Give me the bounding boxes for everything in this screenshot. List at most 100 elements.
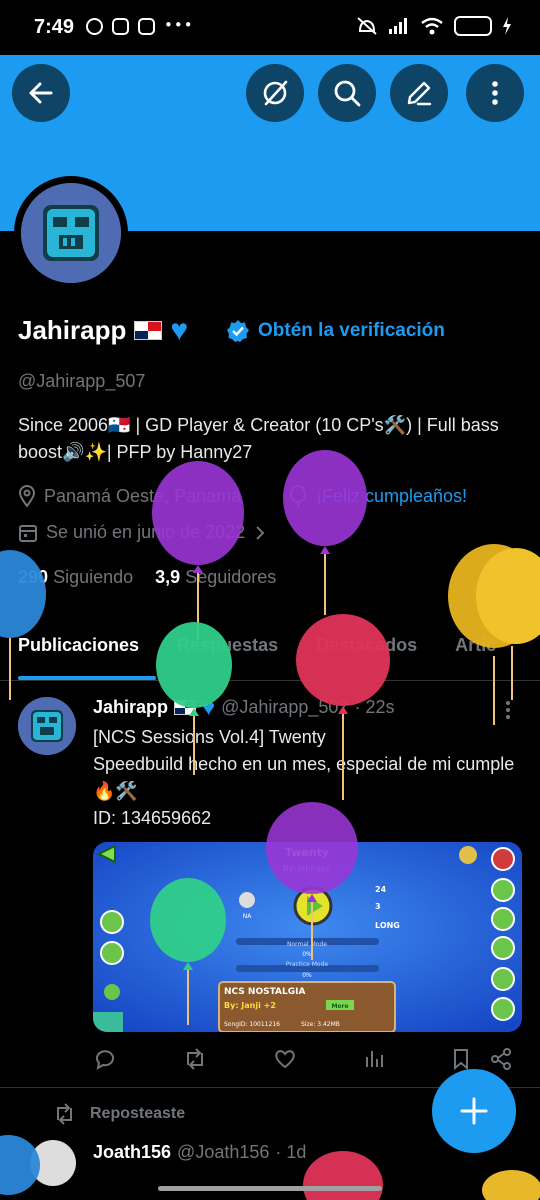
birthday-row[interactable]: ¡Feliz cumpleaños! bbox=[288, 485, 467, 507]
level-downloads: 24 bbox=[375, 885, 387, 894]
location-pin-icon bbox=[18, 485, 36, 507]
balloon-yellow bbox=[482, 1170, 540, 1200]
followers-link[interactable]: 3,9 Seguidores bbox=[155, 567, 276, 588]
joined-text: Se unió en junio de 2022 bbox=[46, 522, 246, 542]
tab-articles[interactable]: Artíc bbox=[455, 630, 496, 680]
grok-button[interactable] bbox=[246, 64, 304, 122]
cube-avatar-icon bbox=[18, 697, 76, 755]
share-icon[interactable] bbox=[489, 1047, 513, 1071]
followers-label: Seguidores bbox=[185, 567, 277, 587]
tab-highlights[interactable]: Destacados bbox=[316, 630, 417, 680]
tabs-divider bbox=[0, 680, 540, 681]
song-name: NCS NOSTALGIA bbox=[224, 987, 305, 997]
verified-badge-icon bbox=[227, 320, 249, 342]
app-icon bbox=[138, 18, 155, 35]
balloon-red bbox=[303, 1151, 383, 1200]
following-label: Siguiendo bbox=[53, 567, 134, 587]
tweet-more-icon[interactable] bbox=[503, 700, 513, 720]
calendar-icon bbox=[19, 524, 37, 542]
tweet-time: · 22s bbox=[354, 697, 395, 717]
tweet-header: Jahirapp ♥ @Jahirapp_507 · 22s bbox=[93, 694, 395, 720]
tab-posts[interactable]: Publicaciones bbox=[18, 630, 139, 680]
level-likes: 3 bbox=[375, 902, 381, 911]
more-button[interactable] bbox=[466, 64, 524, 122]
tweet-author-handle: @Jahirapp_507 bbox=[221, 697, 349, 717]
plus-icon bbox=[460, 1097, 488, 1125]
practice-mode-label: Practice Mode bbox=[286, 961, 329, 968]
difficulty-label: NA bbox=[243, 913, 252, 920]
song-size: Size: 3.42MB bbox=[301, 1021, 340, 1028]
level-title: Twenty bbox=[285, 846, 329, 859]
balloon-icon bbox=[290, 485, 306, 507]
more-notifications-icon: ••• bbox=[164, 16, 194, 34]
chat-icon bbox=[86, 18, 103, 35]
views-icon[interactable] bbox=[362, 1047, 386, 1071]
blue-heart-icon: ♥ bbox=[170, 313, 189, 347]
get-verified-link[interactable]: Obtén la verificación bbox=[226, 319, 445, 343]
compose-button[interactable] bbox=[432, 1069, 516, 1153]
blue-heart-icon: ♥ bbox=[202, 694, 216, 720]
following-count: 290 bbox=[18, 567, 49, 587]
next-tweet-avatar[interactable] bbox=[30, 1140, 76, 1186]
search-icon bbox=[334, 80, 361, 107]
location-row: Panamá Oeste, Panamá bbox=[18, 485, 241, 507]
more-vertical-icon bbox=[492, 81, 498, 105]
practice-mode-percent: 0% bbox=[302, 972, 312, 979]
next-tweet-time: · 1d bbox=[275, 1142, 307, 1162]
status-bar: 7:49 ••• 36 bbox=[0, 0, 540, 55]
chevron-right-icon bbox=[256, 525, 265, 540]
song-artist: By: Janji +2 bbox=[224, 1001, 276, 1010]
following-link[interactable]: 290 Siguiendo bbox=[18, 567, 133, 588]
profile-handle: @Jahirapp_507 bbox=[18, 371, 146, 391]
gesture-nav-bar[interactable] bbox=[158, 1186, 382, 1191]
joined-row: Se unió en junio de 2022 bbox=[18, 522, 267, 543]
tweet-actions bbox=[93, 1047, 513, 1071]
instagram-icon bbox=[112, 18, 129, 35]
profile-bio: Since 2006🇵🇦 | GD Player & Creator (10 C… bbox=[18, 415, 499, 462]
signal-icon bbox=[389, 18, 407, 34]
tweet-text: [NCS Sessions Vol.4] Twenty Speedbuild h… bbox=[93, 727, 515, 828]
reposted-label: Reposteaste bbox=[90, 1105, 186, 1122]
status-time: 7:49 bbox=[34, 16, 75, 38]
balloon-purple bbox=[283, 450, 367, 615]
no-signal-icon bbox=[263, 80, 288, 106]
notification-icons: ••• bbox=[86, 16, 194, 35]
song-id: SongID: 10011216 bbox=[224, 1021, 280, 1028]
song-more-button: More bbox=[331, 1003, 348, 1010]
next-tweet-header: Joath156 @Joath156 · 1d bbox=[93, 1142, 306, 1163]
panama-flag-icon bbox=[174, 700, 197, 715]
charging-icon bbox=[503, 17, 511, 35]
search-button[interactable] bbox=[318, 64, 376, 122]
edit-button[interactable] bbox=[390, 64, 448, 122]
normal-mode-label: Normal Mode bbox=[287, 941, 327, 948]
repost-icon[interactable] bbox=[182, 1047, 208, 1071]
birthday-text: ¡Feliz cumpleaños! bbox=[316, 485, 468, 506]
profile-tabs: Publicaciones Respuestas Destacados Artí… bbox=[0, 630, 540, 680]
cube-avatar-icon bbox=[21, 183, 121, 283]
edit-icon bbox=[407, 81, 432, 106]
next-tweet-author-handle: @Joath156 bbox=[177, 1142, 270, 1162]
tweet-avatar[interactable] bbox=[18, 697, 76, 755]
bookmark-icon[interactable] bbox=[451, 1047, 471, 1071]
location-text: Panamá Oeste, Panamá bbox=[44, 485, 242, 506]
tweet-author-name[interactable]: Jahirapp bbox=[93, 697, 168, 718]
panama-flag-icon bbox=[134, 321, 163, 340]
reposted-indicator: Reposteaste bbox=[52, 1103, 185, 1125]
get-verified-label: Obtén la verificación bbox=[258, 320, 445, 341]
back-button[interactable] bbox=[12, 64, 70, 122]
tab-replies[interactable]: Respuestas bbox=[177, 630, 278, 680]
follow-stats: 290 Siguiendo 3,9 Seguidores bbox=[18, 567, 276, 588]
tweet-media-image[interactable]: Twenty By: Jahirapp 24 3 LONG NA Normal … bbox=[93, 842, 522, 1032]
profile-avatar[interactable] bbox=[21, 183, 121, 283]
profile-name-row: Jahirapp ♥ bbox=[18, 315, 188, 346]
normal-mode-percent: 0% bbox=[302, 951, 312, 958]
reply-icon[interactable] bbox=[93, 1047, 117, 1071]
followers-count: 3,9 bbox=[155, 567, 181, 587]
status-right: 36 bbox=[356, 16, 512, 36]
wifi-icon bbox=[421, 17, 443, 35]
battery-icon: 36 bbox=[454, 16, 492, 36]
next-tweet-author-name[interactable]: Joath156 bbox=[93, 1142, 171, 1163]
repost-icon bbox=[57, 1103, 72, 1125]
arrow-left-icon bbox=[29, 82, 53, 104]
like-icon[interactable] bbox=[273, 1047, 297, 1071]
